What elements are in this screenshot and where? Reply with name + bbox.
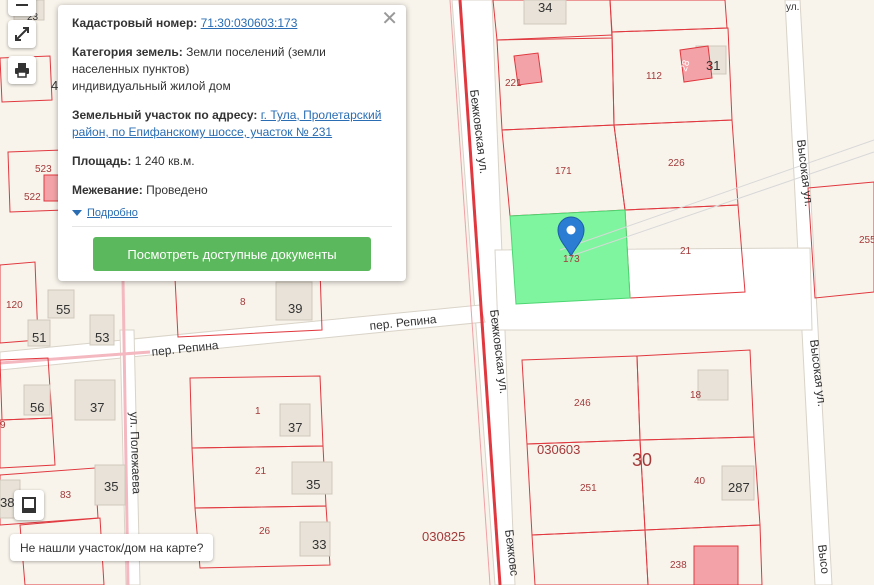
address-row: Земельный участок по адресу: г. Тула, Пр… <box>72 107 392 141</box>
divider <box>72 226 392 227</box>
parcel-number: 226 <box>668 158 685 169</box>
parcel-number: 523 <box>35 164 52 175</box>
address-label: Земельный участок по адресу: <box>72 108 258 122</box>
cadastral-number-link[interactable]: 71:30:030603:173 <box>201 16 298 30</box>
print-icon <box>15 63 29 78</box>
house-number: 55 <box>56 302 70 317</box>
category-use: индивидуальный жилой дом <box>72 79 231 93</box>
print-button[interactable] <box>8 56 36 84</box>
house-number: 37 <box>288 420 302 435</box>
street-label-polezhaeva: ул. Полежаева <box>127 412 144 495</box>
parcel-number: 522 <box>24 192 41 203</box>
zoom-out-button[interactable] <box>8 0 36 16</box>
cadastral-row: Кадастровый номер: 71:30:030603:173 <box>72 15 392 32</box>
quarter-label: 030825 <box>422 529 465 544</box>
parcel-number: 9 <box>0 420 6 431</box>
house-number: 31 <box>706 58 720 73</box>
parcel-number: 21 <box>680 246 692 257</box>
not-found-button[interactable]: Не нашли участок/дом на карте? <box>10 534 214 561</box>
parcel-number: 26 <box>259 526 271 537</box>
parcel-number: 255 <box>859 235 874 246</box>
expand-icon <box>15 27 29 41</box>
parcel-number: 120 <box>6 300 23 311</box>
category-row: Категория земель: Земли поселений (земли… <box>72 44 392 95</box>
quarter-label: 030603 <box>537 442 580 457</box>
caret-down-icon <box>72 210 82 216</box>
survey-value: Проведено <box>146 183 208 197</box>
parcel-number: 83 <box>60 490 72 501</box>
parcel-number: 8 <box>240 297 246 308</box>
parcel-number: 1 <box>255 406 261 417</box>
parcel-number: 40 <box>694 476 706 487</box>
house-number: 35 <box>306 477 320 492</box>
parcel-number: 238 <box>670 560 687 571</box>
legend-button[interactable] <box>14 490 44 520</box>
fullscreen-button[interactable] <box>8 20 36 48</box>
parcel-number: 173 <box>563 254 580 265</box>
house-number: 33 <box>312 537 326 552</box>
parcel-number: 251 <box>580 483 597 494</box>
survey-label: Межевание: <box>72 183 143 197</box>
house-number: 39 <box>288 301 302 316</box>
area-row: Площадь: 1 240 кв.м. <box>72 153 392 170</box>
details-link[interactable]: Подробно <box>87 207 138 219</box>
parcel-number: 21 <box>255 466 267 477</box>
house-number: 51 <box>32 330 46 345</box>
minus-icon <box>16 4 28 6</box>
house-number: 287 <box>728 480 750 495</box>
house-number: 37 <box>90 400 104 415</box>
house-number: 38 <box>0 495 14 510</box>
parcel-number: 18 <box>690 390 702 401</box>
details-toggle[interactable]: Подробно <box>72 207 392 219</box>
street-label-vysokaya-corner: ул. <box>786 2 799 13</box>
category-label: Категория земель: <box>72 45 183 59</box>
parcel-info-popup: ✕ Кадастровый номер: 71:30:030603:173 Ка… <box>58 5 406 281</box>
parcel-number: 221 <box>505 78 522 89</box>
house-number: 34 <box>538 0 552 15</box>
house-number: 53 <box>95 330 109 345</box>
legend-icon <box>22 497 36 513</box>
house-number: 56 <box>30 400 44 415</box>
area-label: Площадь: <box>72 154 132 168</box>
parcel-number: 112 <box>646 71 662 82</box>
area-value: 1 240 кв.м. <box>134 154 195 168</box>
quarter-label: 30 <box>632 450 652 470</box>
parcel-number: 171 <box>555 166 572 177</box>
house-number: 35 <box>104 479 118 494</box>
cadastral-label: Кадастровый номер: <box>72 16 198 30</box>
view-documents-button[interactable]: Посмотреть доступные документы <box>93 237 371 271</box>
parcel-number: 246 <box>574 398 591 409</box>
survey-row: Межевание: Проведено <box>72 182 392 199</box>
close-icon[interactable]: ✕ <box>381 9 398 29</box>
